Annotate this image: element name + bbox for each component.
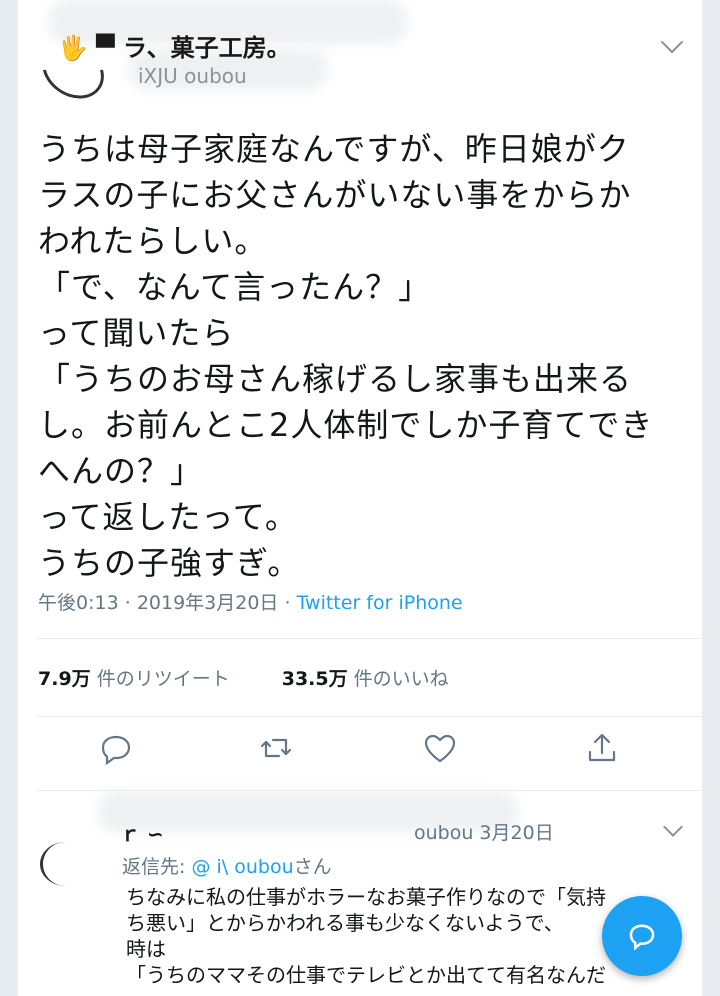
reply-to-suffix: さん (293, 856, 332, 878)
tweet-line: 「で、なんて言ったん？」 (38, 268, 432, 306)
likes-stat[interactable]: 33.5万 件のいいね (282, 664, 449, 691)
tweet-line: 「うちのお母さん稼げるし家事も出来る (38, 360, 633, 398)
reply-icon (629, 924, 655, 951)
retweets-stat[interactable]: 7.9万 件のリツイート (38, 664, 230, 691)
share-icon (588, 733, 616, 762)
reply-handle-date: oubou 3月20日 (414, 822, 554, 844)
tweet-detail-page: 🖐 ▀ ラ、菓子工房。 iXJU oubou うちは母子家庭なんですが、昨日娘が… (18, 0, 702, 996)
reply-line: ちなみに私の仕事がホラーなお菓子作りなので「気持 (126, 885, 606, 909)
chevron-down-icon[interactable] (663, 817, 683, 837)
retweets-label: 件のリツイート (96, 668, 230, 690)
reply-icon (101, 735, 131, 766)
likes-count: 33.5万 (281, 668, 348, 690)
compose-reply-button[interactable] (602, 896, 682, 976)
reply-button[interactable] (96, 728, 136, 768)
divider (38, 638, 702, 639)
heart-icon (424, 734, 456, 763)
meta-separator: · (284, 592, 291, 614)
tweet-line: へんの？」 (38, 452, 204, 490)
divider (38, 716, 702, 717)
retweets-count: 7.9万 (38, 668, 91, 690)
retweet-icon (260, 738, 292, 758)
divider (38, 790, 702, 791)
tweet-line: うちは母子家庭なんですが、昨日娘がク (38, 130, 630, 168)
likes-label: 件のいいね (353, 668, 449, 690)
reply-author-name[interactable]: ｒ ∽ (120, 818, 164, 847)
tweet-line: って返したって。 (38, 498, 298, 536)
chevron-down-icon[interactable] (660, 30, 684, 54)
reply-to-line: 返信先: @ i\ oubouさん (122, 852, 332, 879)
tweet-line: って聞いたら (38, 314, 235, 352)
tweet-line: うちの子強すぎ。 (38, 544, 301, 582)
reply-line: 「うちのママその仕事でテレビとか出てて有名なんだ (126, 963, 606, 987)
tweet-meta: 午後0:13 · 2019年3月20日 · Twitter for iPhone (38, 588, 463, 615)
avatar[interactable] (40, 842, 91, 886)
like-button[interactable] (420, 728, 460, 768)
author-name[interactable]: 🖐 ▀ ラ、菓子工房。 (58, 28, 291, 63)
meta-separator: · (124, 592, 131, 614)
share-button[interactable] (582, 728, 622, 768)
tweet-line: し。お前んとこ2人体制でしか子育てでき (38, 406, 654, 444)
tweet-line: ラスの子にお父さんがいない事をからか (38, 176, 632, 214)
author-handle[interactable]: iXJU oubou (138, 64, 247, 88)
tweet-time: 午後0:13 (38, 592, 119, 614)
tweet-line: われたらしい。 (38, 222, 268, 260)
reply-to-handle[interactable]: @ i\ oubou (191, 856, 293, 878)
tweet-date: 2019年3月20日 (136, 592, 279, 614)
retweet-button[interactable] (256, 728, 296, 768)
tweet-stats: 7.9万 件のリツイート 33.5万 件のいいね (38, 664, 449, 691)
tweet-source-link[interactable]: Twitter for iPhone (297, 592, 463, 614)
tweet-body: うちは母子家庭なんですが、昨日娘がク ラスの子にお父さんがいない事をからか われ… (38, 126, 688, 586)
action-bar (18, 728, 702, 778)
reply-to-prefix: 返信先: (122, 856, 192, 878)
